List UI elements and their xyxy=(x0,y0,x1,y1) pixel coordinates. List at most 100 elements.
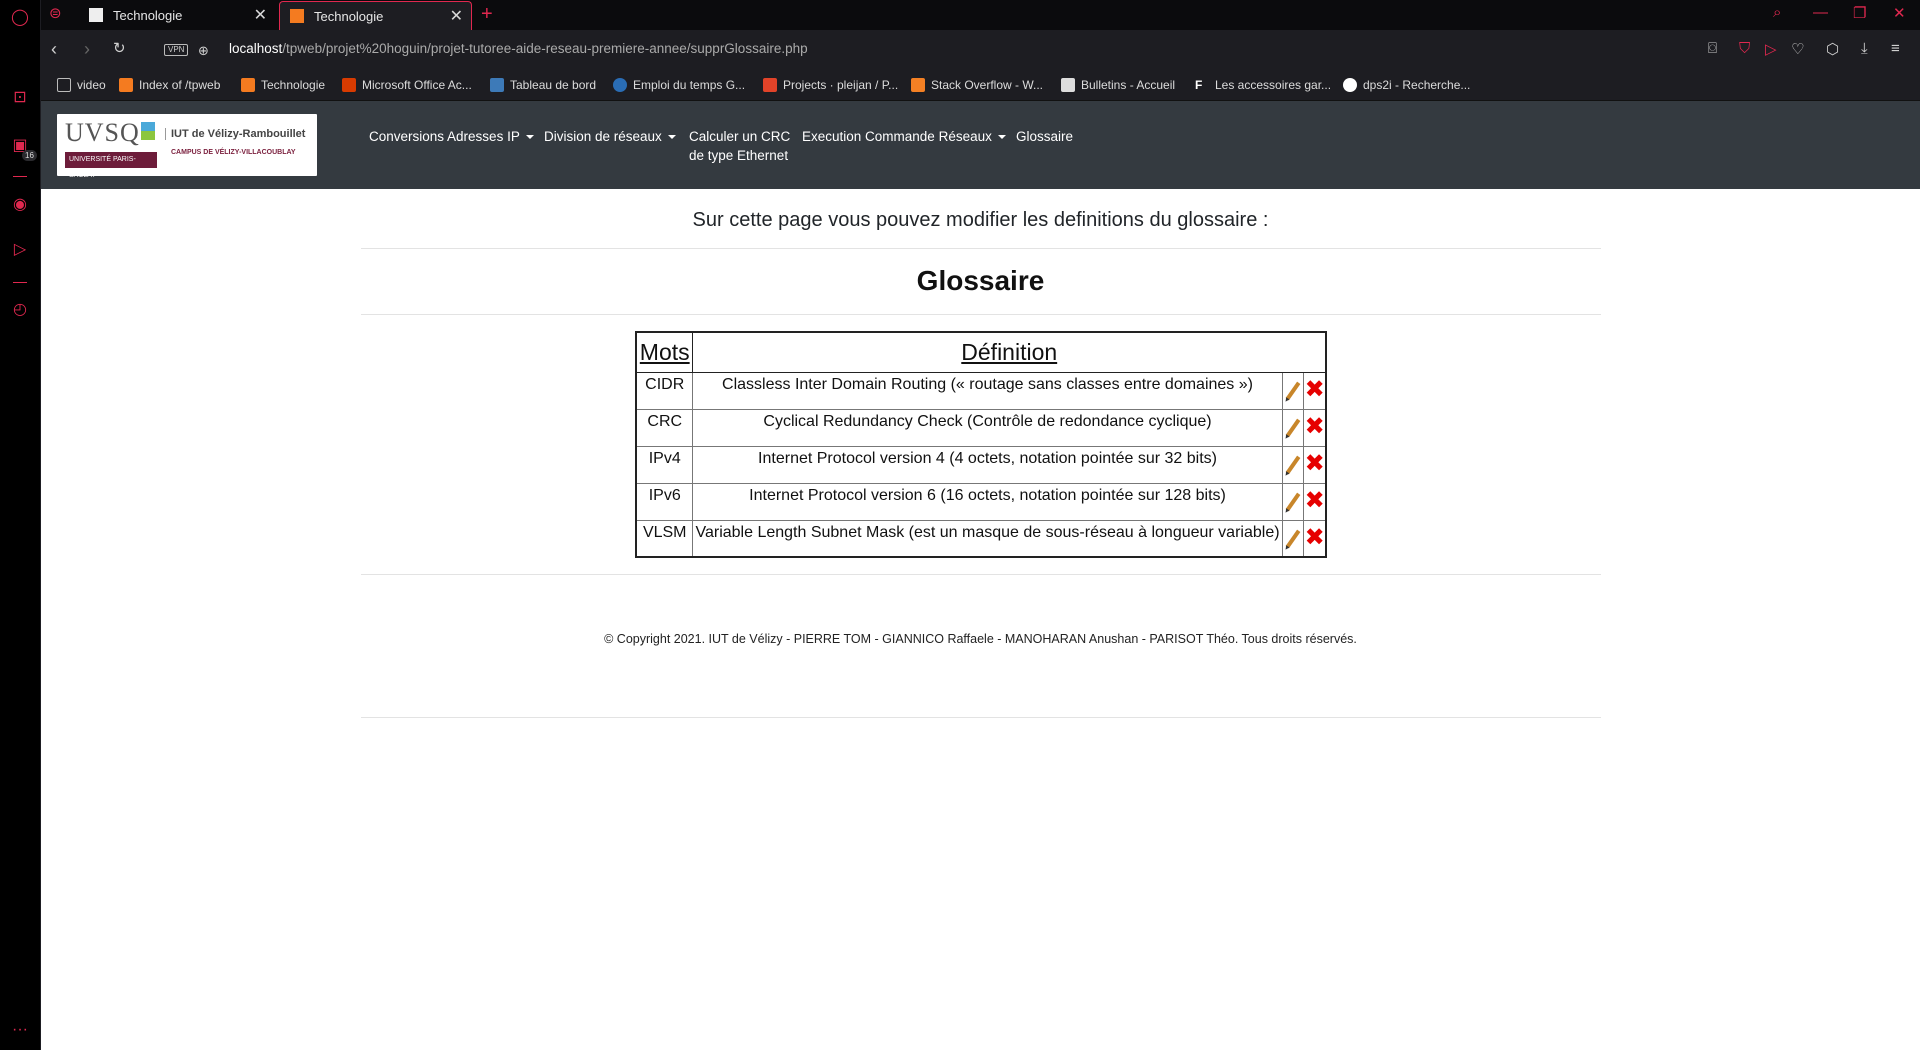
workspace-icon[interactable]: ⊡ xyxy=(10,88,30,108)
moodle-icon xyxy=(490,78,504,92)
cell-mot: CIDR xyxy=(635,371,694,410)
sidebar-divider xyxy=(13,282,27,283)
menu-conversions[interactable]: Conversions Adresses IP xyxy=(369,127,534,146)
table-header-row: Mots Définition xyxy=(635,331,1327,373)
site-logo[interactable]: UVSQ UNIVERSITÉ PARIS-SACLAY IUT de Véli… xyxy=(57,114,317,179)
bookmark-bulletins[interactable]: Bulletins - Accueil xyxy=(1061,70,1175,101)
send-icon[interactable]: ▷ xyxy=(10,240,30,260)
document-icon xyxy=(89,8,103,22)
url-field[interactable]: localhost/tpweb/projet%20hoguin/projet-t… xyxy=(229,41,808,56)
cell-mot: CRC xyxy=(635,408,694,447)
site-info-icon[interactable]: ⊕ xyxy=(198,41,209,61)
stackoverflow-icon xyxy=(911,78,925,92)
bookmark-technologie[interactable]: Technologie xyxy=(241,70,325,101)
minimize-icon[interactable]: — xyxy=(1813,4,1828,21)
edit-button[interactable] xyxy=(1281,519,1305,558)
easy-setup-icon[interactable]: ≡ xyxy=(1891,40,1900,57)
google-icon xyxy=(1343,78,1357,92)
bookmark-office[interactable]: Microsoft Office Ac... xyxy=(342,70,472,101)
divider xyxy=(361,574,1601,575)
address-bar-row: ‹ › ↻ VPN ⊕ localhost/tpweb/projet%20hog… xyxy=(41,30,1920,70)
search-icon[interactable]: ⌕ xyxy=(1773,4,1781,21)
cell-definition: Internet Protocol version 6 (16 octets, … xyxy=(692,482,1283,521)
vpn-badge[interactable]: VPN xyxy=(164,44,189,56)
delete-button[interactable]: ✖ xyxy=(1303,519,1327,558)
folder-icon xyxy=(57,78,71,92)
delete-x-icon: ✖ xyxy=(1304,412,1325,440)
url-host: localhost xyxy=(229,41,283,56)
menu-crc[interactable]: Calculer un CRC de type Ethernet xyxy=(689,127,790,165)
menu-execution[interactable]: Execution Commande Réseaux xyxy=(802,127,1006,146)
snapshot-icon[interactable]: ⌼ xyxy=(1708,40,1717,57)
pencil-icon xyxy=(1285,381,1301,400)
divider xyxy=(361,314,1601,315)
document-icon xyxy=(1061,78,1075,92)
edit-button[interactable] xyxy=(1281,445,1305,484)
caret-down-icon xyxy=(997,135,1006,140)
bookmark-gitlab[interactable]: Projects · pleijan / P... xyxy=(763,70,898,101)
url-path: /tpweb/projet%20hoguin/projet-tutoree-ai… xyxy=(282,41,808,56)
edit-button[interactable] xyxy=(1281,408,1305,447)
footer-copyright: © Copyright 2021. IUT de Vélizy - PIERRE… xyxy=(604,632,1357,646)
browser-sidebar: ◯ ⊡ ▣ 16 ◉ ▷ ◴ ··· xyxy=(0,0,41,1050)
flow-icon[interactable]: ▷ xyxy=(1765,40,1777,58)
player-icon[interactable]: ◉ xyxy=(10,195,30,215)
tab-title: Technologie xyxy=(113,8,183,23)
caret-down-icon xyxy=(667,135,676,140)
adblock-icon[interactable]: ⛉ xyxy=(1739,40,1750,57)
menu-glossaire[interactable]: Glossaire xyxy=(1016,127,1073,146)
close-icon[interactable]: ✕ xyxy=(254,1,267,30)
delete-button[interactable]: ✖ xyxy=(1303,445,1327,484)
cell-definition: Cyclical Redundancy Check (Contrôle de r… xyxy=(692,408,1283,447)
delete-button[interactable]: ✖ xyxy=(1303,371,1327,410)
cell-mot: IPv4 xyxy=(635,445,694,484)
heart-icon[interactable]: ♡ xyxy=(1791,40,1804,58)
calendar-icon xyxy=(613,78,627,92)
bookmark-emploi-du-temps[interactable]: Emploi du temps G... xyxy=(613,70,745,101)
close-icon[interactable]: ✕ xyxy=(450,2,463,31)
cell-definition: Internet Protocol version 4 (4 octets, n… xyxy=(692,445,1283,484)
restore-icon[interactable]: ❐ xyxy=(1853,4,1866,22)
caret-down-icon xyxy=(525,135,534,140)
bookmark-video[interactable]: video xyxy=(57,70,106,101)
cell-mot: VLSM xyxy=(635,519,694,558)
bookmark-index-tpweb[interactable]: Index of /tpweb xyxy=(119,70,220,101)
tab-technologie-2[interactable]: Technologie ✕ xyxy=(279,1,472,30)
delete-button[interactable]: ✖ xyxy=(1303,408,1327,447)
back-icon[interactable]: ‹ xyxy=(51,39,57,59)
bookmark-accessoires[interactable]: F Les accessoires gar... xyxy=(1195,70,1331,101)
tab-technologie-1[interactable]: Technologie ✕ xyxy=(79,1,275,30)
notification-badge: 16 xyxy=(22,150,37,161)
menu-division[interactable]: Division de réseaux xyxy=(544,127,676,146)
delete-x-icon: ✖ xyxy=(1304,523,1325,551)
page-viewport: UVSQ UNIVERSITÉ PARIS-SACLAY IUT de Véli… xyxy=(41,101,1920,1050)
intro-text: Sur cette page vous pouvez modifier les … xyxy=(692,209,1269,231)
edit-button[interactable] xyxy=(1281,371,1305,410)
f-icon: F xyxy=(1195,78,1203,92)
more-icon[interactable]: ··· xyxy=(10,1020,30,1040)
divider xyxy=(361,248,1601,249)
forward-icon[interactable]: › xyxy=(84,39,90,59)
new-tab-button[interactable]: + xyxy=(481,2,493,26)
history-icon[interactable]: ◴ xyxy=(10,300,30,320)
extensions-icon[interactable]: ⬡ xyxy=(1826,40,1839,58)
uvsq-wordmark: UVSQ xyxy=(65,118,140,147)
reload-icon[interactable]: ↻ xyxy=(113,39,126,59)
uvsq-flag-icon xyxy=(141,122,155,140)
delete-button[interactable]: ✖ xyxy=(1303,482,1327,521)
iut-name: IUT de Vélizy-Rambouillet xyxy=(165,128,305,140)
bookmark-stackoverflow[interactable]: Stack Overflow - W... xyxy=(911,70,1043,101)
opera-logo-icon[interactable]: ◯ xyxy=(10,8,30,28)
close-window-icon[interactable]: ✕ xyxy=(1893,4,1906,22)
edit-button[interactable] xyxy=(1281,482,1305,521)
glossary-table: Mots Définition CIDR Classless Inter Dom… xyxy=(635,331,1327,558)
table-row: CRC Cyclical Redundancy Check (Contrôle … xyxy=(635,408,1327,447)
bookmark-tableau-de-bord[interactable]: Tableau de bord xyxy=(490,70,596,101)
bookmark-dps2i[interactable]: dps2i - Recherche... xyxy=(1343,70,1470,101)
pencil-icon xyxy=(1285,492,1301,511)
gamepad-icon[interactable]: ⊜ xyxy=(49,4,62,22)
pencil-icon xyxy=(1285,529,1301,548)
tab-title: Technologie xyxy=(314,9,384,24)
download-icon[interactable]: ⤓ xyxy=(1861,40,1868,57)
divider xyxy=(361,717,1601,718)
